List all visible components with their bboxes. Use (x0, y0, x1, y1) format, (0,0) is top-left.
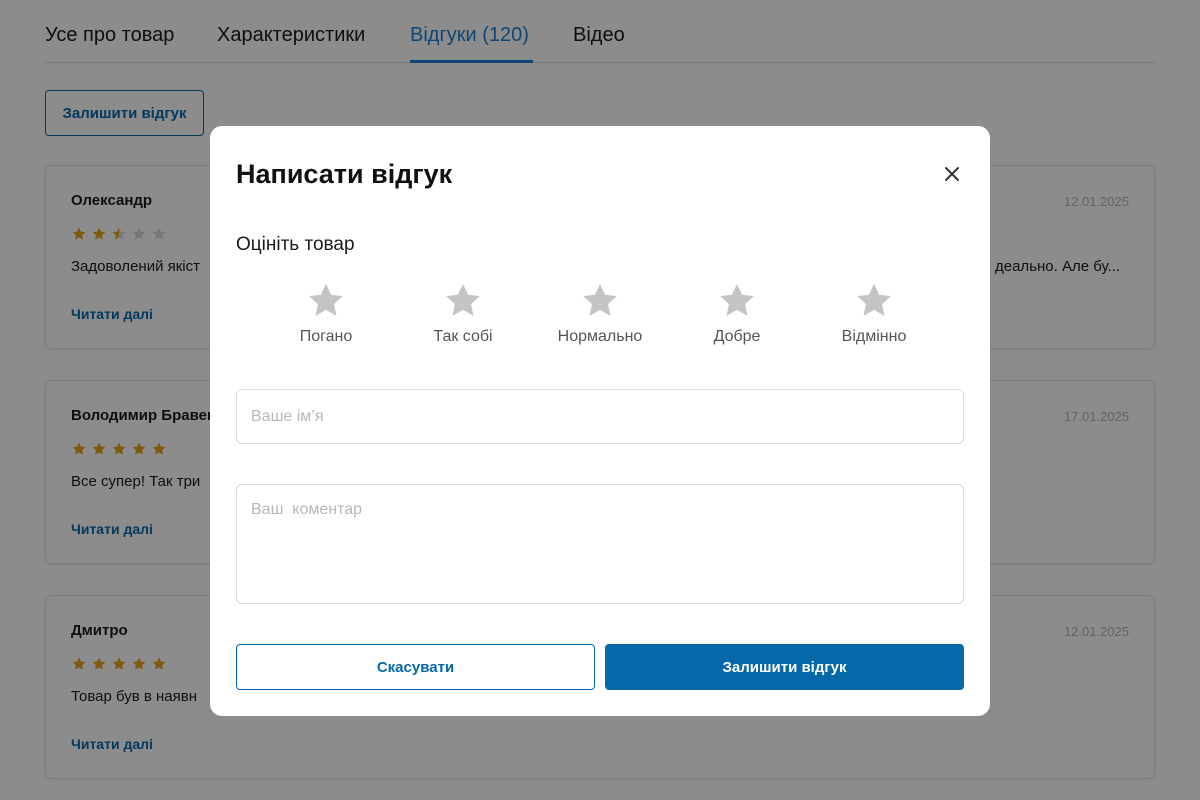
rating-option-excellent[interactable]: Відмінно (809, 280, 939, 346)
write-review-modal: Написати відгук Оцініть товар Погано Так… (210, 126, 990, 716)
close-icon (945, 167, 959, 181)
star-icon (583, 283, 617, 316)
cancel-button[interactable]: Скасувати (236, 644, 595, 690)
rating-selector: Погано Так собі Нормально Добре Відмінно (258, 280, 986, 350)
rating-option-bad[interactable]: Погано (261, 280, 391, 346)
star-icon (309, 283, 343, 316)
star-icon (720, 283, 754, 316)
rating-option-so-so[interactable]: Так собі (398, 280, 528, 346)
submit-review-button[interactable]: Залишити відгук (605, 644, 964, 690)
rate-product-label: Оцініть товар (236, 234, 355, 255)
rating-option-label: Нормально (557, 328, 643, 345)
comment-textarea[interactable] (236, 484, 964, 604)
star-icon (446, 283, 480, 316)
rating-option-label: Добре (713, 328, 761, 345)
rating-option-label: Погано (299, 328, 353, 345)
rating-option-label: Відмінно (841, 328, 907, 345)
rating-option-label: Так собі (433, 328, 493, 345)
modal-title: Написати відгук (236, 159, 453, 189)
name-input[interactable] (236, 389, 964, 444)
star-icon (857, 283, 891, 316)
rating-option-good[interactable]: Добре (672, 280, 802, 346)
close-button[interactable] (938, 160, 966, 188)
rating-option-normal[interactable]: Нормально (535, 280, 665, 346)
